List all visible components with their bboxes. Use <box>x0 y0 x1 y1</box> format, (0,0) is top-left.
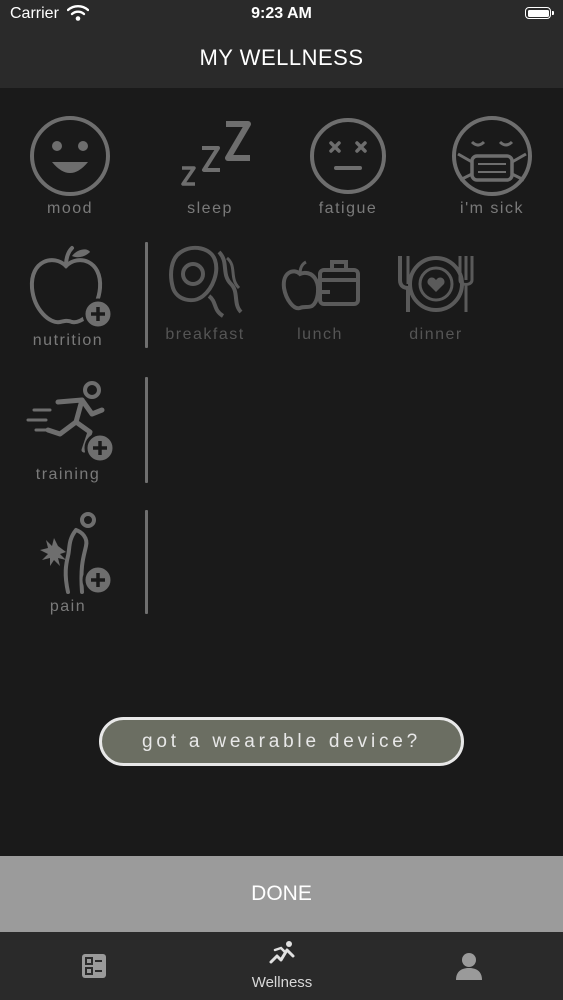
body-pain-plus-icon <box>40 512 114 596</box>
mask-face-icon <box>452 116 532 196</box>
wearable-device-button[interactable]: got a wearable device? <box>99 717 464 766</box>
plate-cutlery-icon <box>398 256 474 312</box>
fatigue-tile[interactable]: fatigue <box>298 114 398 218</box>
battery-icon <box>525 7 554 19</box>
zzz-sleep-icon <box>181 121 251 186</box>
breakfast-label: breakfast <box>165 326 245 343</box>
nutrition-tile[interactable]: nutrition <box>18 244 118 350</box>
pain-label: pain <box>49 598 87 615</box>
runner-plus-icon <box>26 381 116 464</box>
mood-tile[interactable]: mood <box>20 114 120 218</box>
tab-wellness-label: Wellness <box>251 974 313 991</box>
divider <box>145 377 148 483</box>
smiley-face-icon <box>30 116 110 196</box>
sleep-tile[interactable]: sleep <box>160 114 260 218</box>
sleep-label: sleep <box>187 200 233 217</box>
breakfast-tile[interactable]: breakfast <box>155 244 255 344</box>
tab-wellness[interactable]: Wellness <box>188 932 376 1000</box>
header: MY WELLNESS <box>0 30 563 88</box>
divider <box>145 242 148 348</box>
tired-face-icon <box>310 118 386 194</box>
wellness-activity-icon <box>269 941 295 964</box>
done-button[interactable]: DONE <box>0 856 563 932</box>
status-time: 9:23 AM <box>251 5 312 22</box>
apple-plus-icon <box>29 246 114 330</box>
tab-bar: Wellness <box>0 932 563 1000</box>
pain-tile[interactable]: pain <box>18 512 118 616</box>
lunch-label: lunch <box>297 326 343 343</box>
sick-tile[interactable]: i'm sick <box>437 114 547 218</box>
training-label: training <box>35 466 101 483</box>
profile-icon <box>456 953 482 980</box>
mood-label: mood <box>46 200 94 217</box>
sick-label: i'm sick <box>460 200 524 217</box>
training-tile[interactable]: training <box>18 380 118 484</box>
dinner-label: dinner <box>409 326 463 343</box>
tab-profile[interactable] <box>376 932 563 1000</box>
status-bar: Carrier 9:23 AM <box>0 0 563 30</box>
divider <box>145 510 148 614</box>
lunch-tile[interactable]: lunch <box>270 244 370 344</box>
dinner-tile[interactable]: dinner <box>386 244 486 344</box>
page-title: MY WELLNESS <box>199 45 364 70</box>
egg-bacon-icon <box>169 245 243 318</box>
nutrition-label: nutrition <box>32 332 104 349</box>
checklist-icon <box>82 954 106 978</box>
tab-checklist[interactable] <box>0 932 188 1000</box>
fatigue-label: fatigue <box>318 200 378 217</box>
lunchbox-icon <box>281 260 360 311</box>
